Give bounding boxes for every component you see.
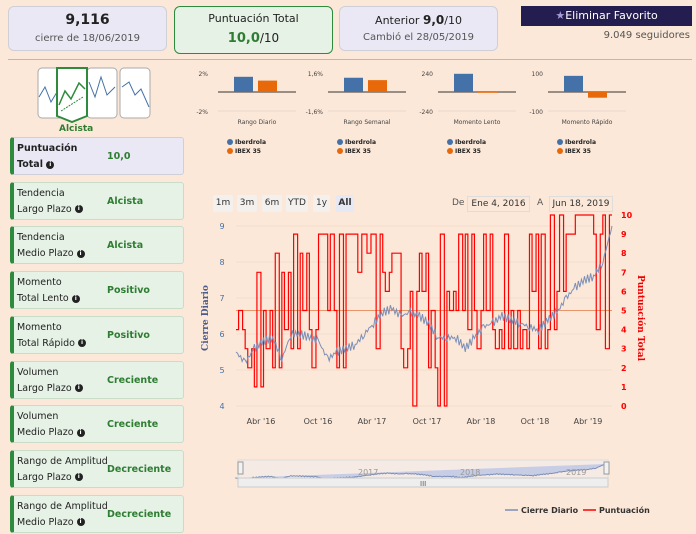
y-left-tick: 9 — [219, 222, 224, 231]
navigator-label: 2019 — [566, 468, 586, 477]
x-tick: Abr '17 — [358, 417, 387, 426]
x-tick: Abr '19 — [574, 417, 603, 426]
y-right-tick: 7 — [621, 268, 627, 277]
y-left-label: Cierre Diario — [201, 285, 211, 351]
y-right-tick: 6 — [621, 287, 627, 296]
y-right-tick: 8 — [621, 249, 627, 258]
price-series-line — [235, 225, 613, 365]
y-right-tick: 4 — [621, 326, 627, 335]
y-left-tick: 4 — [219, 402, 224, 411]
x-tick: Oct '18 — [521, 417, 550, 426]
y-right-tick: 5 — [621, 307, 627, 316]
y-right-tick: 3 — [621, 345, 627, 354]
navigator-label: 2017 — [358, 468, 378, 477]
y-left-tick: 8 — [219, 258, 224, 267]
y-right-tick: 0 — [621, 402, 627, 411]
y-left-tick: 6 — [219, 330, 224, 339]
x-tick: Abr '18 — [467, 417, 496, 426]
legend-price[interactable]: Cierre Diario — [521, 506, 579, 515]
legend-score[interactable]: Puntuación — [599, 505, 650, 515]
navigator-label: 2018 — [460, 468, 480, 477]
x-tick: Abr '16 — [247, 417, 276, 426]
x-tick: Oct '16 — [304, 417, 333, 426]
y-left-tick: 7 — [219, 294, 224, 303]
y-right-label: Puntuación Total — [635, 275, 646, 362]
navigator-handle-left[interactable] — [237, 461, 244, 475]
y-right-tick: 9 — [621, 230, 627, 239]
scrollbar-grip-icon: III — [420, 480, 426, 488]
y-left-tick: 5 — [219, 366, 224, 375]
y-right-tick: 10 — [621, 211, 633, 220]
y-right-tick: 2 — [621, 364, 627, 373]
main-chart: 4 5 6 7 8 9 0 1 2 3 4 5 6 7 8 9 10 Abr '16 Oct '16 Abr '17 O… — [201, 211, 650, 515]
y-right-tick: 1 — [621, 383, 627, 392]
x-tick: Oct '17 — [413, 417, 442, 426]
navigator-handle-right[interactable] — [603, 461, 610, 475]
